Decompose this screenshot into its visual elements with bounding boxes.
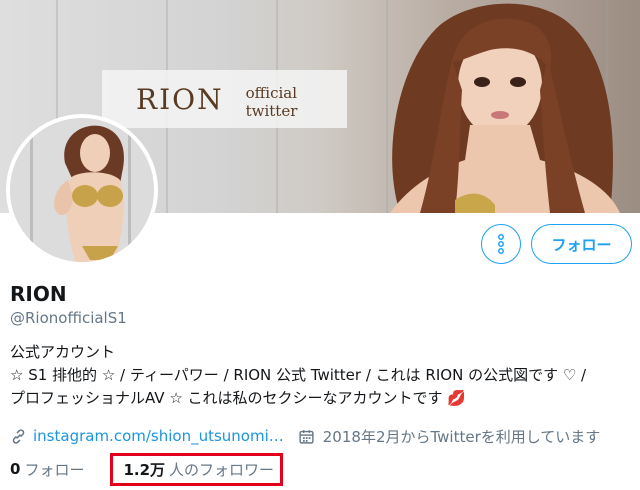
profile-stats: 0 フォロー 1.2万 人のフォロワー	[10, 452, 284, 486]
website-link[interactable]: instagram.com/shion_utsunomi…	[33, 427, 284, 445]
avatar-photo-figure	[10, 118, 154, 262]
calendar-icon	[299, 429, 314, 444]
bio-line: プロフェッショナルAV ☆ これは私のセクシーなアカウントです 💋	[10, 389, 466, 407]
bio-line: 公式アカウント	[10, 343, 116, 361]
followers-count-link[interactable]: 1.2万 人のフォロワー	[110, 452, 284, 486]
more-vertical-icon	[498, 234, 504, 254]
profile-handle: @RionofficialS1	[10, 309, 127, 327]
banner-photo-figure	[390, 3, 620, 213]
profile-avatar[interactable]	[6, 114, 158, 266]
join-date: 2018年2月からTwitterを利用しています	[322, 427, 601, 446]
following-label: フォロー	[24, 460, 85, 479]
follow-button[interactable]: フォロー	[531, 224, 632, 264]
link-icon	[12, 428, 25, 444]
profile-bio: 公式アカウント ☆ S1 排他的 ☆ / ティーパワー / RION 公式 Tw…	[10, 341, 630, 410]
followers-label: 人のフォロワー	[169, 460, 275, 479]
bio-line: ☆ S1 排他的 ☆ / ティーパワー / RION 公式 Twitter / …	[10, 366, 587, 384]
banner-subtitle: official twitter	[245, 84, 298, 120]
profile-name: RION	[10, 282, 67, 306]
followers-count: 1.2万	[123, 460, 166, 479]
more-options-button[interactable]	[481, 224, 521, 264]
banner-title-plate: RION official twitter	[102, 70, 347, 128]
following-count: 0	[10, 460, 21, 478]
profile-meta: instagram.com/shion_utsunomi… 2018年2月からT…	[10, 425, 600, 447]
following-count-link[interactable]: 0 フォロー	[10, 459, 84, 480]
banner-title: RION	[136, 82, 224, 116]
